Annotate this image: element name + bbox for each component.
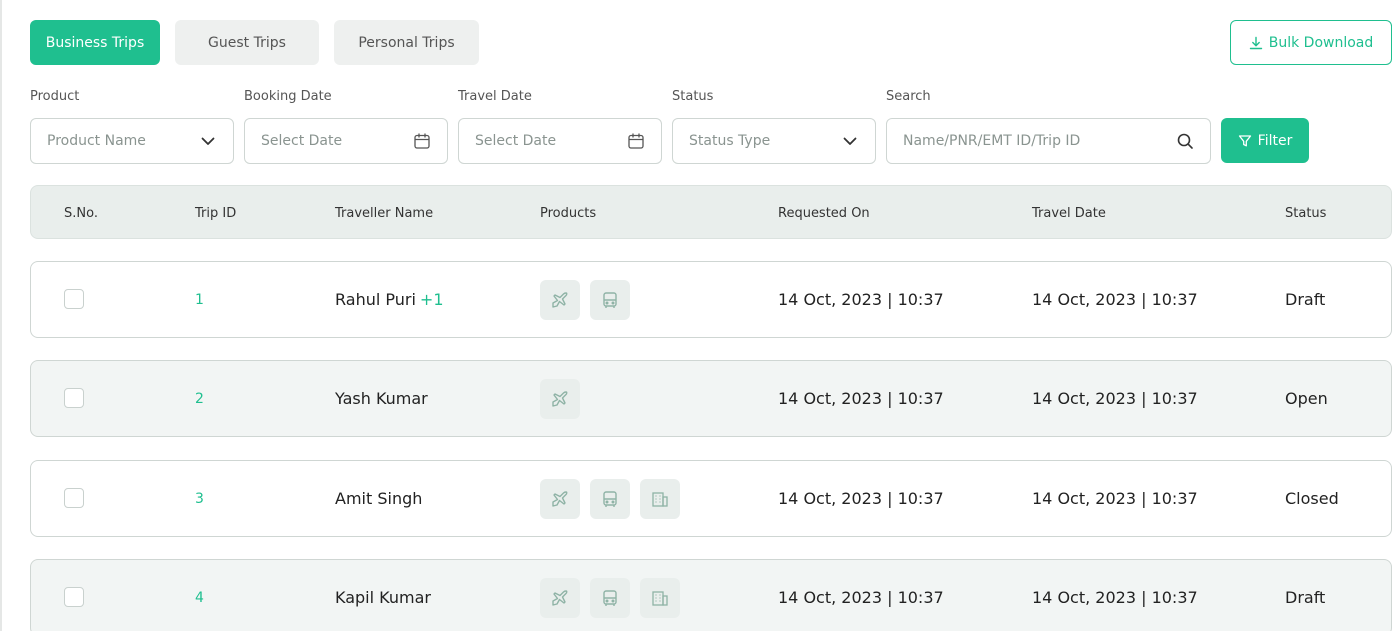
column-header-products[interactable]: Products: [540, 186, 596, 240]
requested-on: 14 Oct, 2023 | 10:37: [778, 389, 944, 408]
bulk-download-button[interactable]: Bulk Download: [1230, 20, 1392, 65]
row-checkbox[interactable]: [64, 587, 84, 607]
product-icons: [540, 280, 630, 320]
product-icons: [540, 379, 580, 419]
search-placeholder: Name/PNR/EMT ID/Trip ID: [903, 133, 1081, 149]
travel-date: 14 Oct, 2023 | 10:37: [1032, 489, 1198, 508]
bus-icon: [590, 578, 630, 618]
travel-date-label: Travel Date: [458, 89, 532, 104]
trip-id-link[interactable]: 4: [195, 560, 204, 631]
column-header-trip-id[interactable]: Trip ID: [195, 186, 236, 240]
traveller-name-text: Yash Kumar: [335, 389, 428, 408]
column-header-travel-date[interactable]: Travel Date: [1032, 186, 1106, 240]
flight-icon: [540, 479, 580, 519]
status-text: Closed: [1285, 489, 1339, 508]
product-filter-label: Product: [30, 89, 80, 104]
column-header-traveller-name[interactable]: Traveller Name: [335, 186, 433, 240]
additional-travellers-count[interactable]: +1: [420, 290, 444, 309]
calendar-icon: [414, 133, 430, 149]
flight-icon: [540, 280, 580, 320]
product-icons: [540, 479, 680, 519]
travel-date: 14 Oct, 2023 | 10:37: [1032, 290, 1198, 309]
row-checkbox[interactable]: [64, 488, 84, 508]
row-checkbox[interactable]: [64, 388, 84, 408]
traveller-name: Amit Singh: [335, 461, 422, 536]
traveller-name-text: Rahul Puri: [335, 290, 416, 309]
status-text: Draft: [1285, 290, 1326, 309]
chevron-down-icon: [843, 137, 857, 145]
table-row[interactable]: 2 Yash Kumar 14 Oct, 2023 | 10:37 14 Oct…: [30, 360, 1392, 437]
flight-icon: [540, 578, 580, 618]
booking-date-placeholder: Select Date: [261, 133, 343, 149]
table-header: S.No. Trip ID Traveller Name Products Re…: [30, 185, 1392, 239]
traveller-name-text: Amit Singh: [335, 489, 423, 508]
status-text: Open: [1285, 389, 1328, 408]
column-header-requested-on[interactable]: Requested On: [778, 186, 870, 240]
trip-id-link[interactable]: 1: [195, 262, 204, 337]
trip-id-link[interactable]: 3: [195, 461, 204, 536]
bulk-download-label: Bulk Download: [1268, 34, 1374, 51]
travel-date: 14 Oct, 2023 | 10:37: [1032, 588, 1198, 607]
status-filter-label: Status: [672, 89, 714, 104]
download-icon: [1249, 36, 1262, 49]
page-left-border: [0, 0, 2, 631]
traveller-name: Kapil Kumar: [335, 560, 431, 631]
trip-id-link[interactable]: 2: [195, 361, 204, 436]
status-select[interactable]: Status Type: [672, 118, 876, 164]
hotel-icon: [640, 479, 680, 519]
trip-type-tabs: Business Trips Guest Trips Personal Trip…: [30, 20, 479, 65]
product-icons: [540, 578, 680, 618]
bus-icon: [590, 280, 630, 320]
funnel-icon: [1238, 134, 1251, 146]
flight-icon: [540, 379, 580, 419]
hotel-icon: [640, 578, 680, 618]
product-select-placeholder: Product Name: [47, 133, 146, 149]
calendar-icon: [628, 133, 644, 149]
traveller-name-text: Kapil Kumar: [335, 588, 431, 607]
status-select-placeholder: Status Type: [689, 133, 771, 149]
traveller-name: Yash Kumar: [335, 361, 428, 436]
search-label: Search: [886, 89, 931, 104]
column-header-sno[interactable]: S.No.: [64, 186, 98, 240]
tab-guest-trips[interactable]: Guest Trips: [175, 20, 319, 65]
product-select[interactable]: Product Name: [30, 118, 234, 164]
table-row[interactable]: 4 Kapil Kumar 14 Oct, 2023 | 10:37 14 Oc…: [30, 559, 1392, 631]
table-row[interactable]: 3 Amit Singh 14 Oct, 2023 | 10:37 14 Oct…: [30, 460, 1392, 537]
travel-date-placeholder: Select Date: [475, 133, 557, 149]
filter-button[interactable]: Filter: [1221, 118, 1309, 163]
requested-on: 14 Oct, 2023 | 10:37: [778, 489, 944, 508]
status-text: Draft: [1285, 588, 1326, 607]
tab-personal-trips[interactable]: Personal Trips: [334, 20, 479, 65]
tab-business-trips[interactable]: Business Trips: [30, 20, 160, 65]
requested-on: 14 Oct, 2023 | 10:37: [778, 290, 944, 309]
requested-on: 14 Oct, 2023 | 10:37: [778, 588, 944, 607]
traveller-name: Rahul Puri +1: [335, 262, 444, 337]
travel-date-picker[interactable]: Select Date: [458, 118, 662, 164]
chevron-down-icon: [201, 137, 215, 145]
search-input[interactable]: Name/PNR/EMT ID/Trip ID: [886, 118, 1211, 164]
search-icon[interactable]: [1176, 132, 1194, 150]
filter-button-label: Filter: [1257, 132, 1293, 149]
table-row[interactable]: 1 Rahul Puri +1 14 Oct, 2023 | 10:37 14 O…: [30, 261, 1392, 338]
bus-icon: [590, 479, 630, 519]
travel-date: 14 Oct, 2023 | 10:37: [1032, 389, 1198, 408]
row-checkbox[interactable]: [64, 289, 84, 309]
booking-date-picker[interactable]: Select Date: [244, 118, 448, 164]
booking-date-label: Booking Date: [244, 89, 332, 104]
column-header-status[interactable]: Status: [1285, 186, 1326, 240]
